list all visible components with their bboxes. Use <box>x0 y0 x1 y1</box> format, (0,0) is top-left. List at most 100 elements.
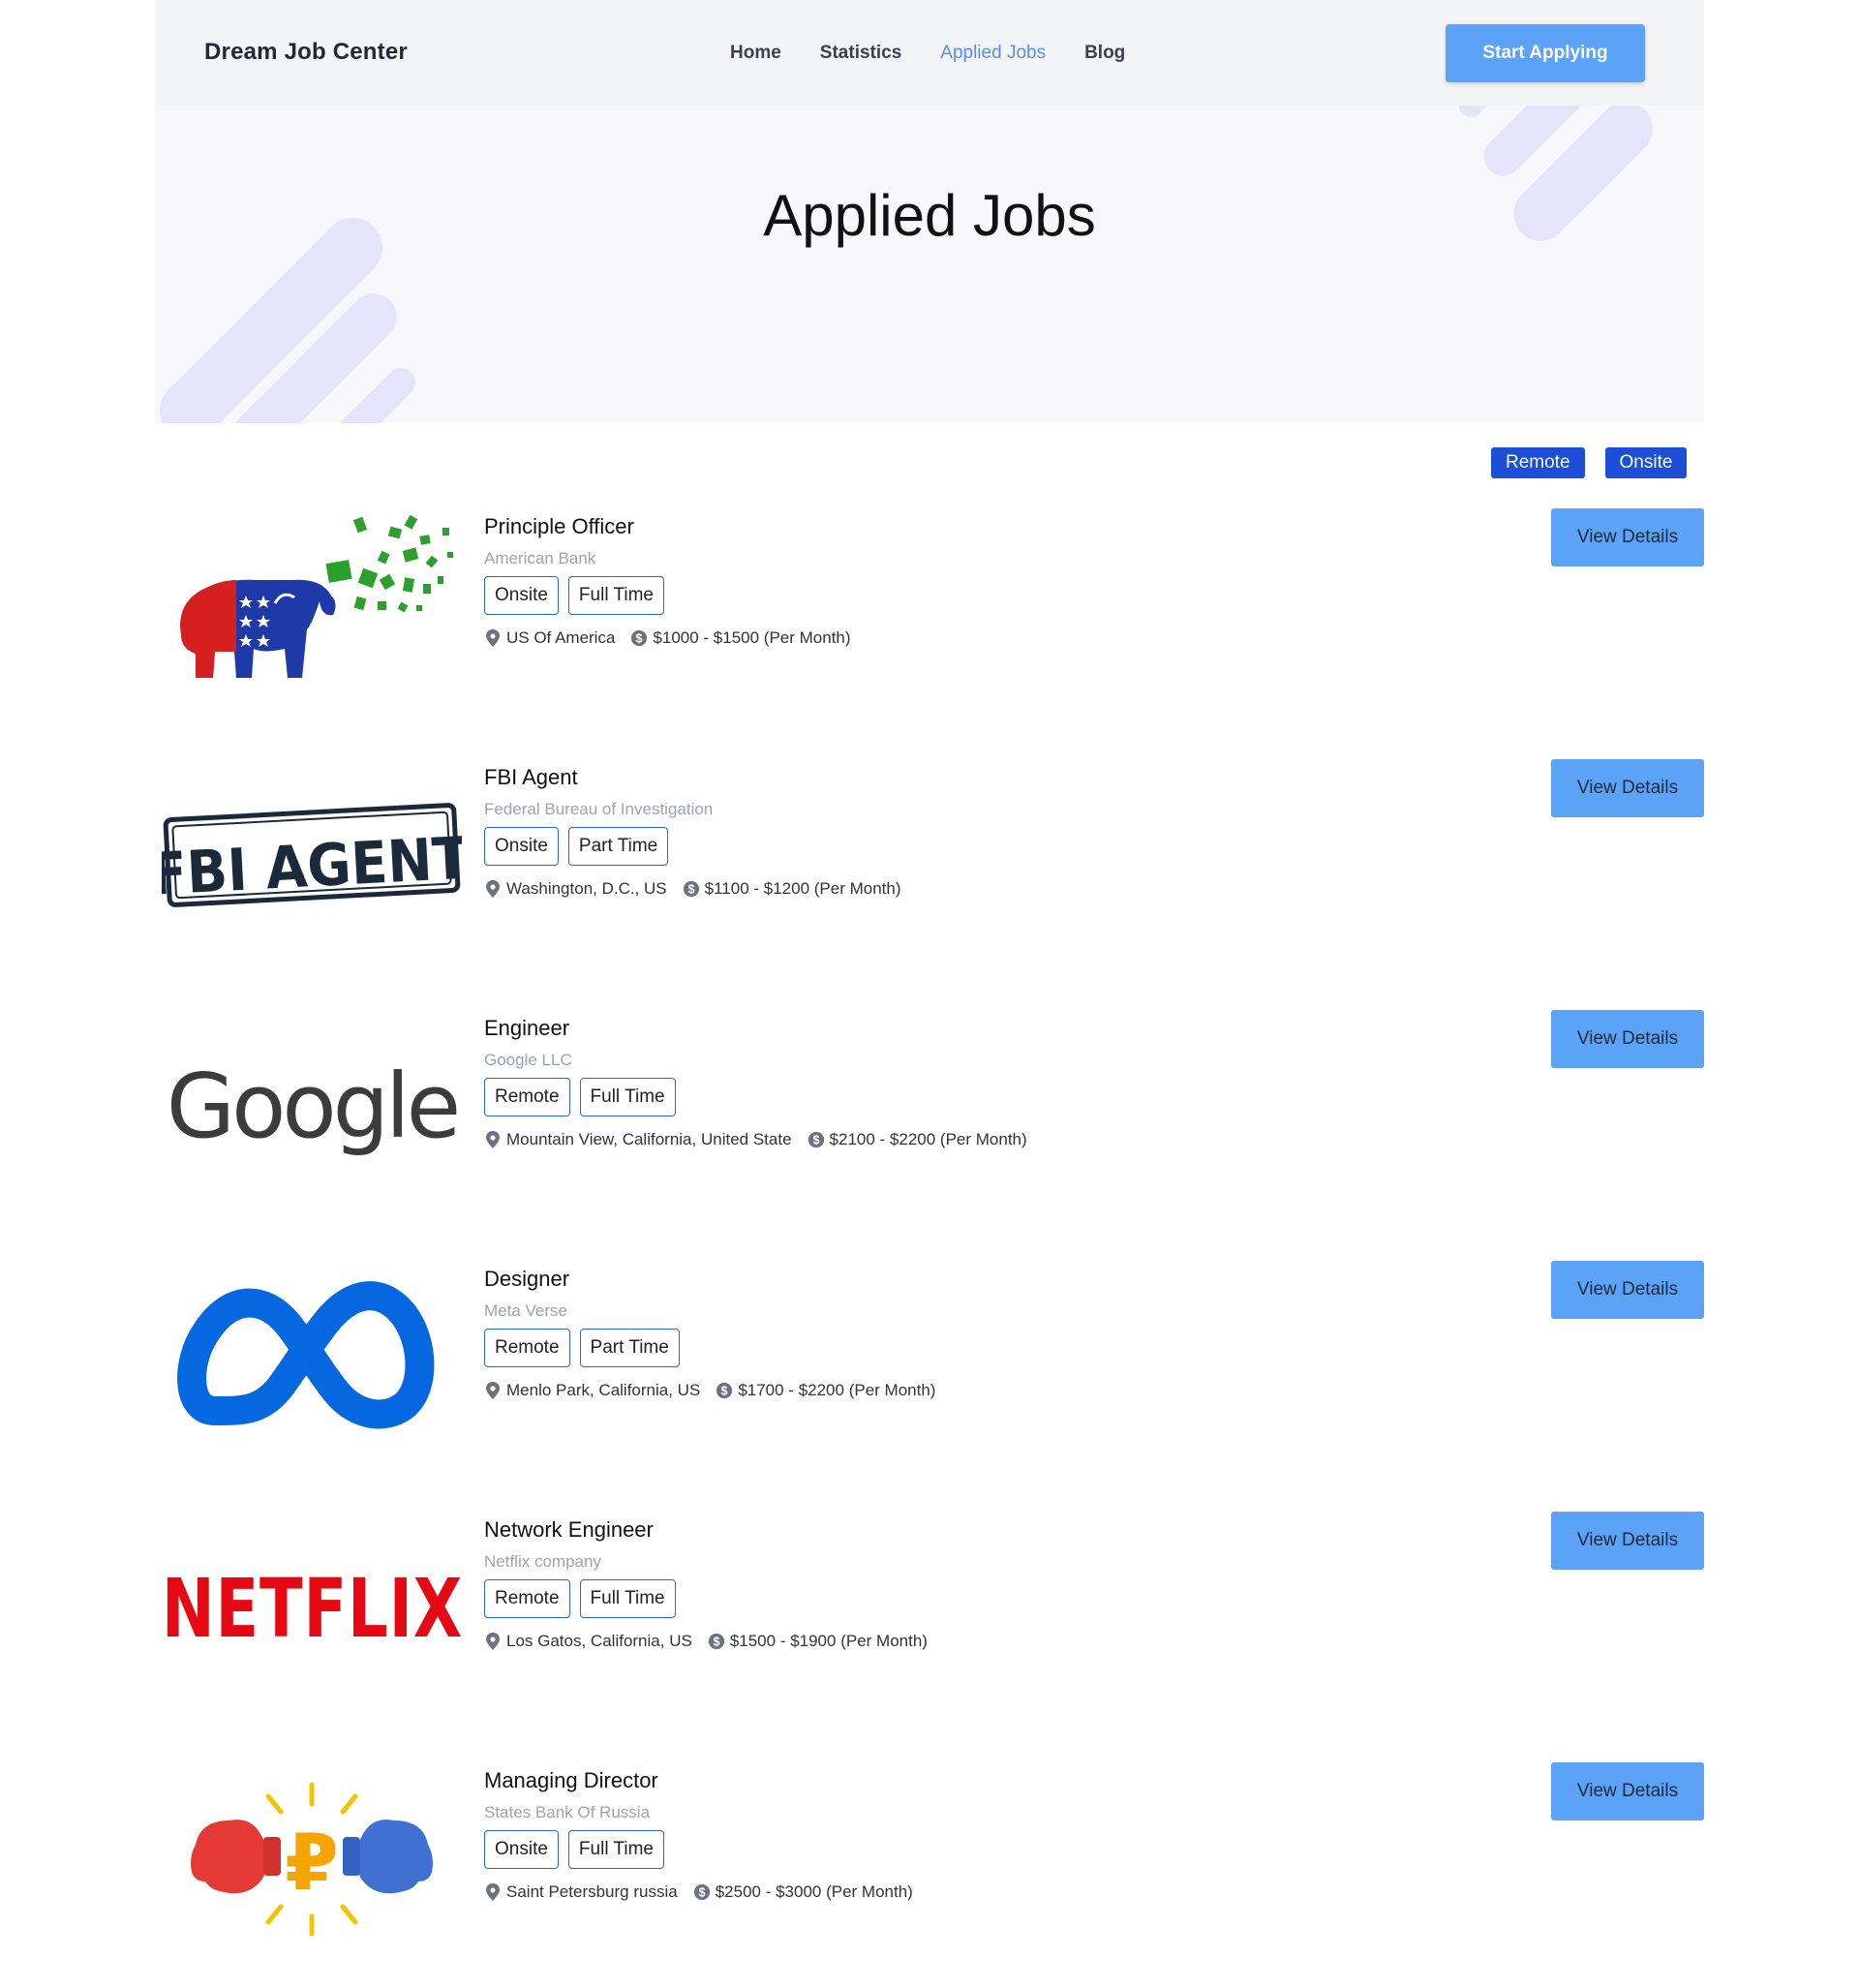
work-type-tag: Remote <box>484 1078 570 1116</box>
netflix-logo-text: NETFLIX <box>161 1561 463 1656</box>
fbi-agent-logo: FBI AGENT <box>155 759 469 953</box>
elephant-logo <box>155 508 469 702</box>
work-type-tag: Onsite <box>484 827 559 866</box>
start-applying-button[interactable]: Start Applying <box>1446 24 1645 82</box>
job-info: Engineer Google LLC Remote Full Time Mou… <box>484 1010 1027 1149</box>
location-pin-icon <box>486 1633 500 1650</box>
company-name: American Bank <box>484 549 596 567</box>
job-salary: $1700 - $2200 (Per Month) <box>738 1381 936 1399</box>
job-card: NETFLIX Network Engineer Netflix company… <box>155 1512 1704 1705</box>
job-meta: Mountain View, California, United State … <box>484 1130 1027 1149</box>
view-details-button[interactable]: View Details <box>1551 1762 1704 1820</box>
location-pin-icon <box>486 629 500 647</box>
work-type-tag: Remote <box>484 1579 570 1618</box>
job-meta: Menlo Park, California, US $ $1700 - $22… <box>484 1381 935 1400</box>
view-details-button[interactable]: View Details <box>1551 1512 1704 1570</box>
job-title: Engineer <box>484 1016 570 1040</box>
location-pin-icon <box>486 1382 500 1399</box>
location-pin-icon <box>486 880 500 898</box>
employment-type-tag: Full Time <box>567 576 664 615</box>
location-pin-icon <box>486 1131 500 1148</box>
work-type-tag: Onsite <box>484 1830 559 1869</box>
nav-applied-jobs-link[interactable]: Applied Jobs <box>940 43 1046 64</box>
employment-type-tag: Full Time <box>579 1078 676 1116</box>
job-tags: Remote Part Time <box>484 1329 935 1367</box>
job-info: Principle Officer American Bank Onsite F… <box>484 508 851 648</box>
dollar-icon: $ <box>808 1131 824 1148</box>
view-details-button[interactable]: View Details <box>1551 759 1704 817</box>
job-title: Managing Director <box>484 1768 658 1792</box>
dollar-icon: $ <box>716 1382 733 1399</box>
navbar: Dream Job Center Home Statistics Applied… <box>155 0 1704 106</box>
job-info: Designer Meta Verse Remote Part Time Men… <box>484 1261 935 1400</box>
location-pin-icon <box>486 1883 500 1901</box>
job-card: ₽ Managing Director States Bank Of Russi… <box>155 1762 1704 1956</box>
svg-text:$: $ <box>698 1886 705 1900</box>
employment-type-tag: Full Time <box>579 1579 676 1618</box>
company-name: Meta Verse <box>484 1301 567 1320</box>
job-location: Washington, D.C., US <box>506 879 667 898</box>
job-card: FBI AGENT FBI Agent Federal Bureau of In… <box>155 759 1704 953</box>
work-type-tag: Onsite <box>484 576 559 615</box>
job-info: FBI Agent Federal Bureau of Investigatio… <box>484 759 901 899</box>
job-title: FBI Agent <box>484 765 578 789</box>
meta-logo <box>155 1261 469 1454</box>
svg-text:$: $ <box>713 1636 719 1649</box>
employment-type-tag: Full Time <box>567 1830 664 1869</box>
job-card: Principle Officer American Bank Onsite F… <box>155 508 1704 702</box>
svg-text:$: $ <box>636 632 643 646</box>
view-details-button[interactable]: View Details <box>1551 1261 1704 1319</box>
view-details-button[interactable]: View Details <box>1551 1010 1704 1068</box>
job-filters: Remote Onsite <box>1491 447 1688 478</box>
work-type-tag: Remote <box>484 1329 570 1367</box>
job-info: Managing Director States Bank Of Russia … <box>484 1762 913 1902</box>
nav-blog-link[interactable]: Blog <box>1084 43 1125 64</box>
job-title: Network Engineer <box>484 1517 654 1542</box>
svg-text:$: $ <box>721 1385 728 1398</box>
company-name: Google LLC <box>484 1051 572 1069</box>
job-title: Designer <box>484 1267 570 1291</box>
filter-remote-button[interactable]: Remote <box>1491 447 1585 478</box>
job-meta: Saint Petersburg russia $ $2500 - $3000 … <box>484 1882 913 1902</box>
job-tags: Remote Full Time <box>484 1579 928 1618</box>
ruble-boxing-logo: ₽ <box>155 1762 469 1956</box>
page-title: Applied Jobs <box>763 183 1096 248</box>
job-card: Google Engineer Google LLC Remote Full T… <box>155 1010 1704 1204</box>
company-name: Federal Bureau of Investigation <box>484 800 714 818</box>
svg-text:$: $ <box>812 1134 819 1147</box>
job-title: Principle Officer <box>484 514 634 538</box>
job-location: Los Gatos, California, US <box>506 1632 692 1650</box>
job-location: Mountain View, California, United State <box>506 1130 792 1148</box>
job-tags: Onsite Full Time <box>484 1830 913 1869</box>
filter-onsite-button[interactable]: Onsite <box>1604 447 1688 478</box>
page-banner: Applied Jobs <box>155 106 1704 423</box>
company-name: Netflix company <box>484 1552 601 1571</box>
job-meta: US Of America $ $1000 - $1500 (Per Month… <box>484 628 851 648</box>
job-meta: Washington, D.C., US $ $1100 - $1200 (Pe… <box>484 879 901 899</box>
job-salary: $1500 - $1900 (Per Month) <box>729 1632 928 1650</box>
netflix-logo: NETFLIX <box>155 1512 469 1705</box>
job-tags: Onsite Part Time <box>484 827 901 866</box>
fbi-agent-logo-text: FBI AGENT <box>162 823 462 908</box>
job-tags: Onsite Full Time <box>484 576 851 615</box>
job-meta: Los Gatos, California, US $ $1500 - $190… <box>484 1632 928 1651</box>
job-salary: $1100 - $1200 (Per Month) <box>704 879 901 898</box>
banner-decoration <box>1453 106 1519 122</box>
job-location: Menlo Park, California, US <box>506 1381 701 1399</box>
dollar-icon: $ <box>631 629 648 647</box>
employment-type-tag: Part Time <box>579 1329 680 1367</box>
employment-type-tag: Part Time <box>567 827 669 866</box>
job-salary: $2500 - $3000 (Per Month) <box>715 1882 913 1901</box>
job-card: Designer Meta Verse Remote Part Time Men… <box>155 1261 1704 1454</box>
job-info: Network Engineer Netflix company Remote … <box>484 1512 928 1651</box>
dollar-icon: $ <box>683 880 699 898</box>
job-salary: $2100 - $2200 (Per Month) <box>829 1130 1027 1148</box>
company-name: States Bank Of Russia <box>484 1803 651 1821</box>
svg-text:$: $ <box>687 883 694 897</box>
nav-statistics-link[interactable]: Statistics <box>820 43 901 64</box>
google-logo: Google <box>155 1010 469 1204</box>
nav-home-link[interactable]: Home <box>730 43 781 64</box>
google-logo-text: Google <box>166 1055 461 1158</box>
view-details-button[interactable]: View Details <box>1551 508 1704 566</box>
brand-logo[interactable]: Dream Job Center <box>204 39 408 66</box>
